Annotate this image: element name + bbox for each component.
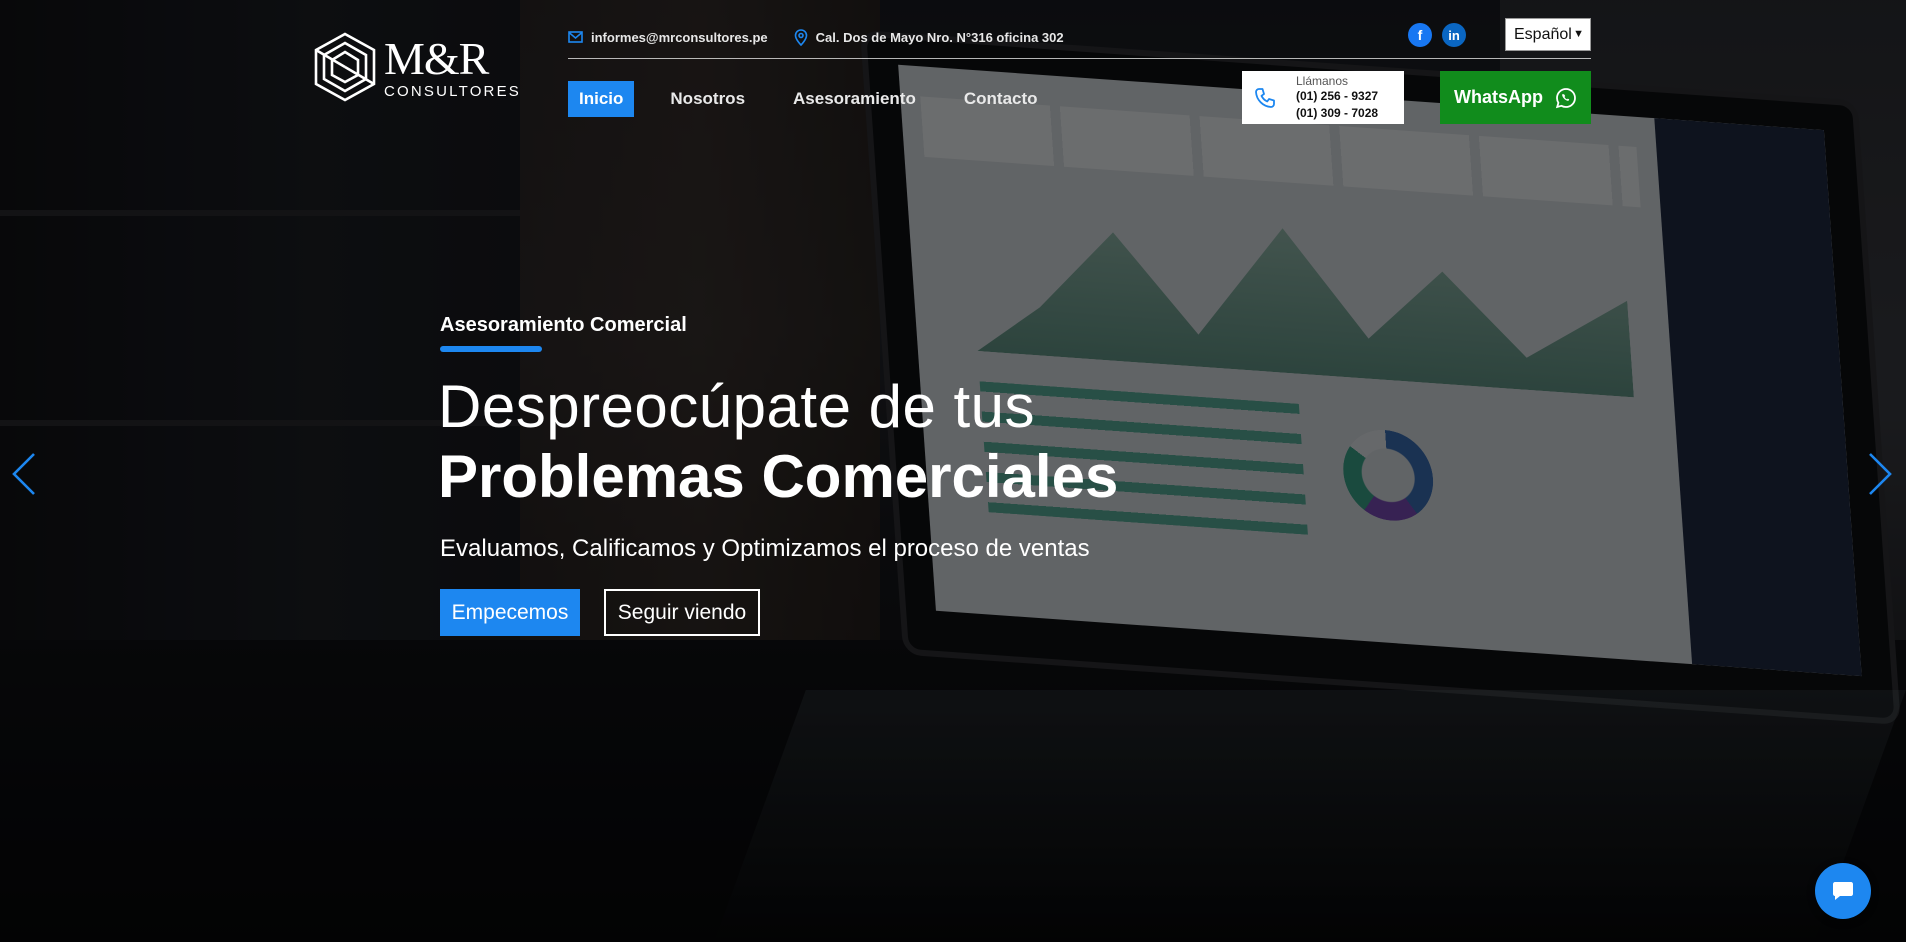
address-text: Cal. Dos de Mayo Nro. N°316 oficina 302 xyxy=(815,29,1064,45)
carousel-next-arrow-icon[interactable] xyxy=(1866,452,1894,496)
logo-hexagon-icon xyxy=(314,32,376,102)
header-divider xyxy=(568,58,1591,59)
contact-info-bar: informes@mrconsultores.pe Cal. Dos de Ma… xyxy=(568,26,1090,48)
carousel-prev-arrow-icon[interactable] xyxy=(10,452,38,496)
main-nav: Inicio Nosotros Asesoramiento Contacto xyxy=(568,81,1086,117)
phone-number-1[interactable]: (01) 256 - 9327 xyxy=(1296,88,1378,105)
hero-title-line-1: Despreocúpate de tus xyxy=(438,373,1036,440)
hero-title-line-2: Problemas Comerciales xyxy=(438,443,1119,510)
empecemos-button[interactable]: Empecemos xyxy=(440,589,580,636)
nav-item-inicio[interactable]: Inicio xyxy=(568,81,635,117)
nav-item-nosotros[interactable]: Nosotros xyxy=(670,81,745,117)
hero-subtitle: Evaluamos, Calificamos y Optimizamos el … xyxy=(440,535,1090,562)
language-select[interactable]: Español ▼ xyxy=(1505,18,1591,51)
call-label: Llámanos xyxy=(1296,73,1349,88)
hero-kicker: Asesoramiento Comercial xyxy=(440,314,687,336)
logo-brand-text: M&R xyxy=(384,32,489,84)
facebook-icon[interactable]: f xyxy=(1408,23,1432,47)
chat-widget-button[interactable] xyxy=(1815,863,1871,919)
hero-kicker-underline xyxy=(440,346,542,352)
location-pin-icon xyxy=(794,28,807,46)
address-info: Cal. Dos de Mayo Nro. N°316 oficina 302 xyxy=(794,28,1064,46)
nav-item-asesoramiento[interactable]: Asesoramiento xyxy=(793,81,916,117)
seguir-viendo-button[interactable]: Seguir viendo xyxy=(604,589,760,636)
chevron-down-icon: ▼ xyxy=(1573,28,1584,40)
call-us-box[interactable]: Llámanos (01) 256 - 9327 (01) 309 - 7028 xyxy=(1242,71,1404,124)
chat-bubble-icon xyxy=(1833,882,1853,900)
mail-icon xyxy=(568,31,583,43)
whatsapp-label: WhatsApp xyxy=(1454,87,1543,107)
whatsapp-icon xyxy=(1555,87,1576,108)
whatsapp-button[interactable]: WhatsApp xyxy=(1440,71,1591,124)
language-selected-value: Español xyxy=(1514,25,1572,43)
social-links: f in xyxy=(1408,23,1466,47)
email-link[interactable]: informes@mrconsultores.pe xyxy=(568,30,768,45)
linkedin-icon[interactable]: in xyxy=(1442,23,1466,47)
nav-item-contacto[interactable]: Contacto xyxy=(964,81,1038,117)
email-text: informes@mrconsultores.pe xyxy=(591,29,768,45)
company-logo[interactable]: M&R CONSULTORES xyxy=(312,30,519,104)
phone-icon xyxy=(1255,87,1275,108)
phone-number-2[interactable]: (01) 309 - 7028 xyxy=(1296,105,1378,122)
logo-sub-text: CONSULTORES xyxy=(384,82,522,100)
